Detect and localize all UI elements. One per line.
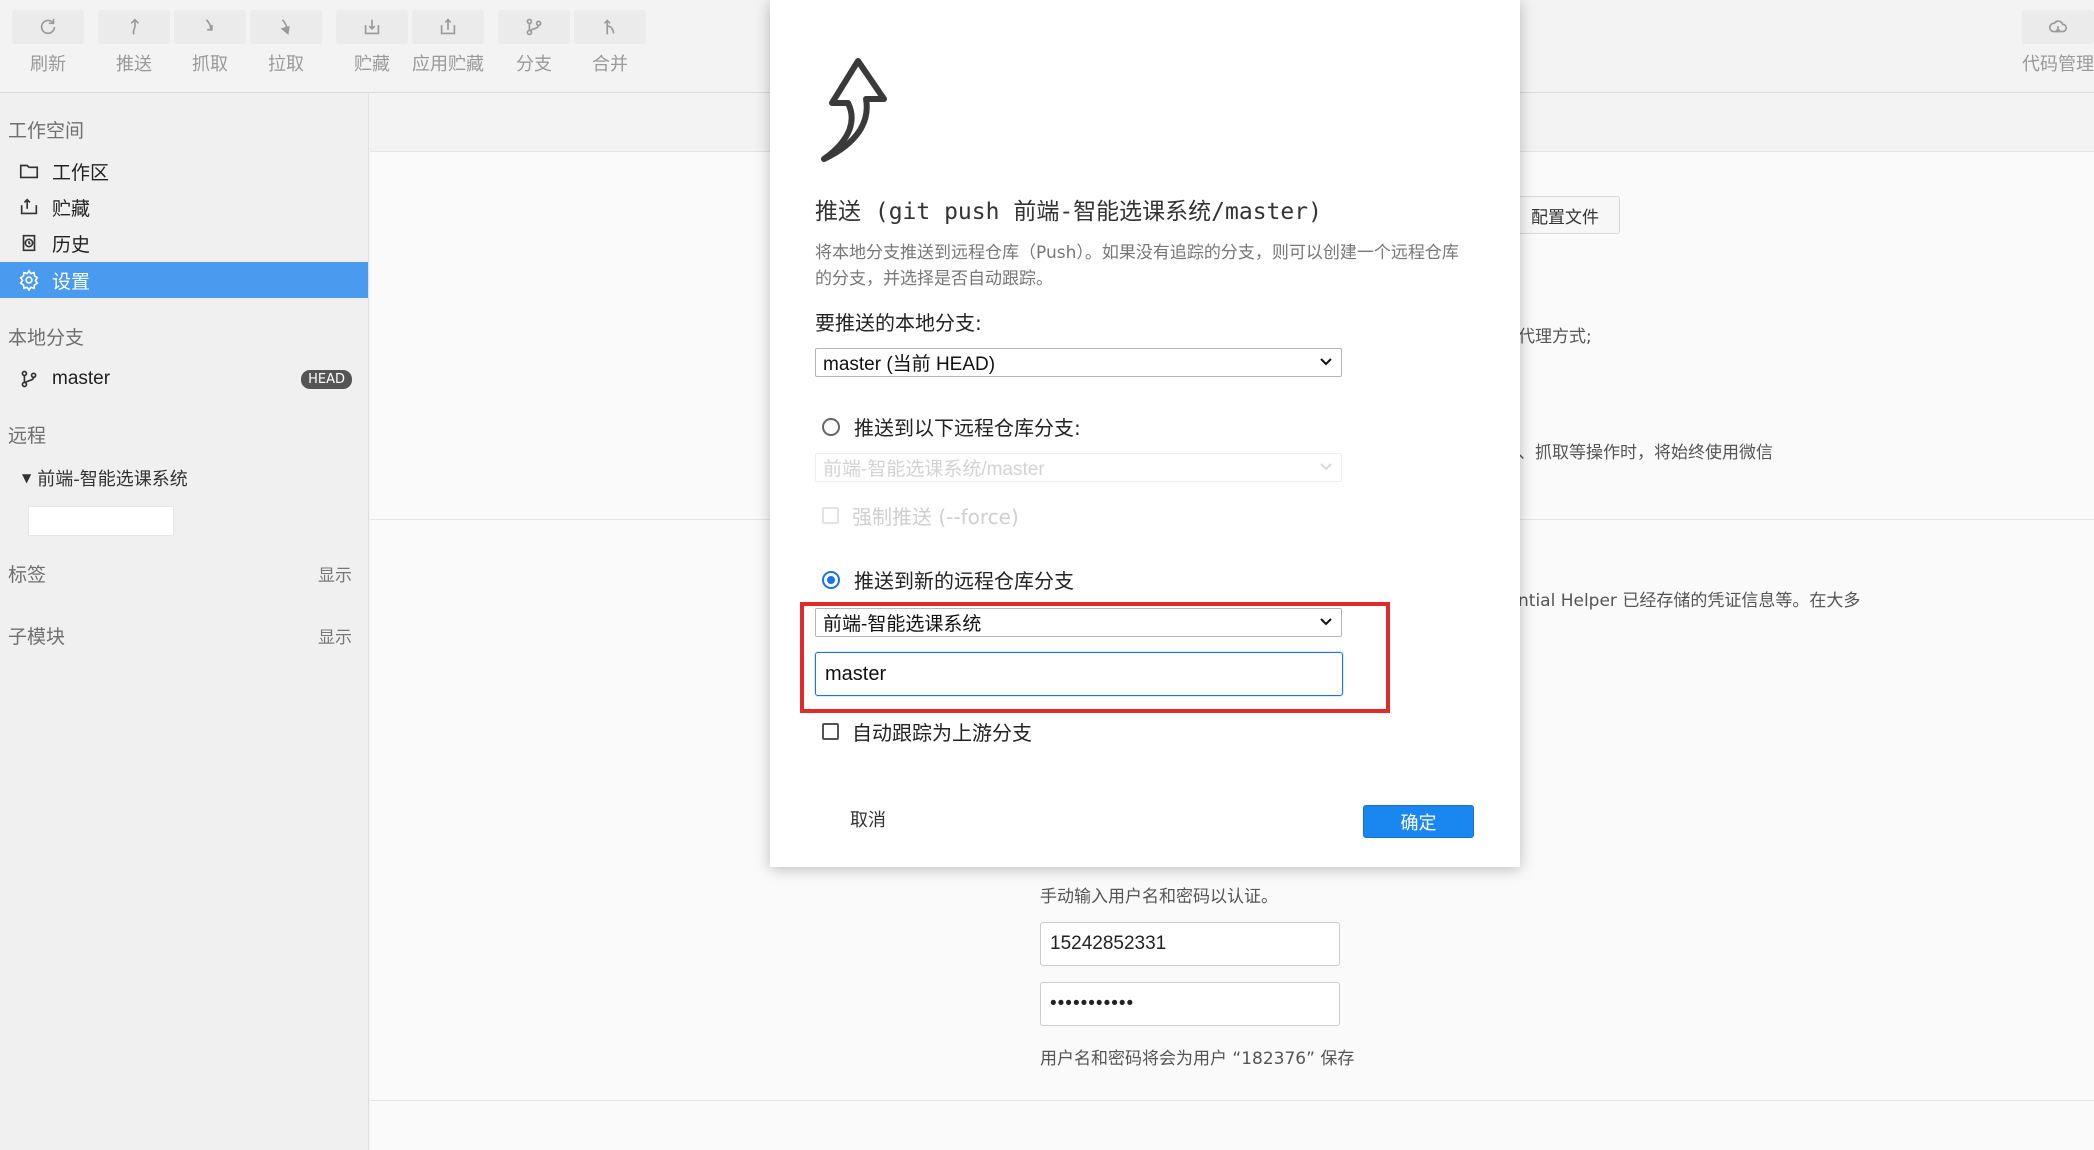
dialog-title: 推送 (git push 前端-智能选课系统/master)	[815, 199, 1322, 225]
push-dialog: 推送 (git push 前端-智能选课系统/master) 将本地分支推送到远…	[770, 0, 1520, 867]
sidebar-item-settings[interactable]: 设置	[0, 262, 368, 298]
force-push-option[interactable]: 强制推送 (--force)	[822, 501, 1019, 530]
chevron-down-icon	[1320, 463, 1332, 471]
sidebar-item-history[interactable]: 历史	[0, 225, 368, 261]
push-new-option[interactable]: 推送到新的远程仓库分支	[822, 565, 1074, 594]
stash-label: 贮藏	[354, 54, 390, 75]
fetch-button[interactable]: 抓取	[174, 10, 246, 80]
stash-icon	[364, 19, 380, 35]
stash-icon	[20, 198, 38, 215]
sidebar-item-label: 设置	[52, 270, 91, 293]
local-branches-title: 本地分支	[8, 327, 85, 349]
dialog-description: 将本地分支推送到远程仓库（Push）。如果没有追踪的分支，则可以创建一个远程仓库…	[815, 243, 1459, 289]
push-label: 推送	[116, 54, 152, 75]
caret-down-icon: ▼	[22, 471, 32, 485]
branch-item-master[interactable]: master HEAD	[0, 361, 368, 397]
credential-text: ntial Helper 已经存储的凭证信息等。在大多	[1518, 591, 1861, 611]
history-icon	[22, 234, 36, 252]
apply-stash-button[interactable]: 应用贮藏	[412, 10, 484, 80]
pull-button[interactable]: 拉取	[250, 10, 322, 80]
apply-stash-icon	[440, 18, 456, 35]
remote-name: 前端-智能选课系统	[37, 469, 188, 490]
proxy-text: 代理方式;	[1518, 327, 1592, 347]
sidebar-item-label: 工作区	[52, 161, 110, 184]
existing-remote-select[interactable]: 前端-智能选课系统/master	[815, 453, 1342, 482]
force-push-label: 强制推送 (--force)	[852, 505, 1019, 529]
fetch-label: 抓取	[192, 54, 228, 75]
track-upstream-label: 自动跟踪为上游分支	[852, 721, 1032, 745]
submodules-show-link[interactable]: 显示	[318, 623, 352, 648]
branch-icon	[21, 370, 37, 388]
pull-label: 拉取	[268, 54, 304, 75]
fetch-icon	[205, 19, 213, 31]
push-existing-radio[interactable]	[822, 417, 840, 436]
local-branch-label: 要推送的本地分支:	[815, 311, 982, 335]
head-badge: HEAD	[301, 369, 352, 389]
manual-auth-text: 手动输入用户名和密码以认证。	[1040, 887, 1278, 907]
local-branch-value: master (当前 HEAD)	[823, 354, 996, 375]
config-file-button[interactable]: 配置文件	[1510, 196, 1620, 234]
push-existing-option[interactable]: 推送到以下远程仓库分支:	[822, 412, 1081, 441]
password-field[interactable]: •••••••••••	[1040, 982, 1340, 1026]
submodules-title: 子模块	[8, 626, 66, 648]
chevron-down-icon	[1320, 358, 1332, 366]
refresh-button[interactable]: 刷新	[12, 10, 84, 80]
sidebar: 工作空间 工作区 贮藏 历史 设置 本地分支 master HEAD 远程 ▼ …	[0, 94, 369, 1150]
workspace-title: 工作空间	[8, 120, 85, 142]
apply-stash-label: 应用贮藏	[412, 54, 484, 75]
stash-button[interactable]: 贮藏	[336, 10, 408, 80]
push-arrow-icon	[821, 58, 887, 162]
pull-icon	[280, 19, 290, 35]
ok-button[interactable]: 确定	[1363, 805, 1474, 838]
branch-name: master	[52, 368, 111, 389]
tags-show-link[interactable]: 显示	[318, 561, 352, 586]
track-upstream-checkbox[interactable]	[822, 723, 839, 740]
merge-label: 合并	[592, 54, 628, 75]
branch-icon	[526, 18, 542, 36]
sidebar-item-label: 历史	[52, 233, 91, 256]
sidebar-item-workspace[interactable]: 工作区	[0, 153, 368, 189]
cloud-icon	[2048, 20, 2068, 33]
gear-icon	[19, 269, 39, 291]
remote-branch-placeholder	[28, 506, 174, 536]
remote-item[interactable]: ▼ 前端-智能选课系统	[0, 460, 368, 496]
new-remote-value: 前端-智能选课系统	[823, 614, 982, 635]
push-new-radio[interactable]	[822, 570, 840, 589]
new-branch-input[interactable]: master	[815, 652, 1343, 696]
push-button[interactable]: 推送	[98, 10, 170, 80]
force-push-checkbox[interactable]	[822, 507, 839, 524]
tags-title: 标签	[8, 564, 47, 586]
branch-label: 分支	[516, 54, 552, 75]
push-existing-label: 推送到以下远程仓库分支:	[854, 416, 1081, 440]
push-new-label: 推送到新的远程仓库分支	[854, 569, 1074, 593]
refresh-label: 刷新	[30, 54, 66, 75]
branch-button[interactable]: 分支	[498, 10, 570, 80]
track-upstream-option[interactable]: 自动跟踪为上游分支	[822, 717, 1032, 746]
code-management-button[interactable]: 代码管理	[2022, 10, 2094, 80]
cancel-button[interactable]: 取消	[850, 806, 886, 832]
push-icon	[130, 18, 140, 35]
chevron-down-icon	[1320, 618, 1332, 626]
username-field[interactable]: 15242852331	[1040, 922, 1340, 966]
fetch-text: 、抓取等操作时，将始终使用微信	[1518, 443, 1773, 463]
section-divider	[370, 1100, 2094, 1101]
local-branch-select[interactable]: master (当前 HEAD)	[815, 348, 1342, 377]
sidebar-item-stash[interactable]: 贮藏	[0, 189, 368, 225]
code-management-label: 代码管理	[2022, 54, 2094, 75]
remote-title: 远程	[8, 425, 47, 447]
refresh-icon	[40, 18, 56, 35]
folder-icon	[19, 164, 39, 179]
merge-button[interactable]: 合并	[574, 10, 646, 80]
new-remote-select[interactable]: 前端-智能选课系统	[815, 608, 1342, 637]
existing-remote-value: 前端-智能选课系统/master	[823, 459, 1045, 480]
save-note: 用户名和密码将会为用户 “182376” 保存	[1040, 1049, 1355, 1069]
merge-icon	[603, 19, 615, 35]
sidebar-item-label: 贮藏	[52, 197, 91, 220]
